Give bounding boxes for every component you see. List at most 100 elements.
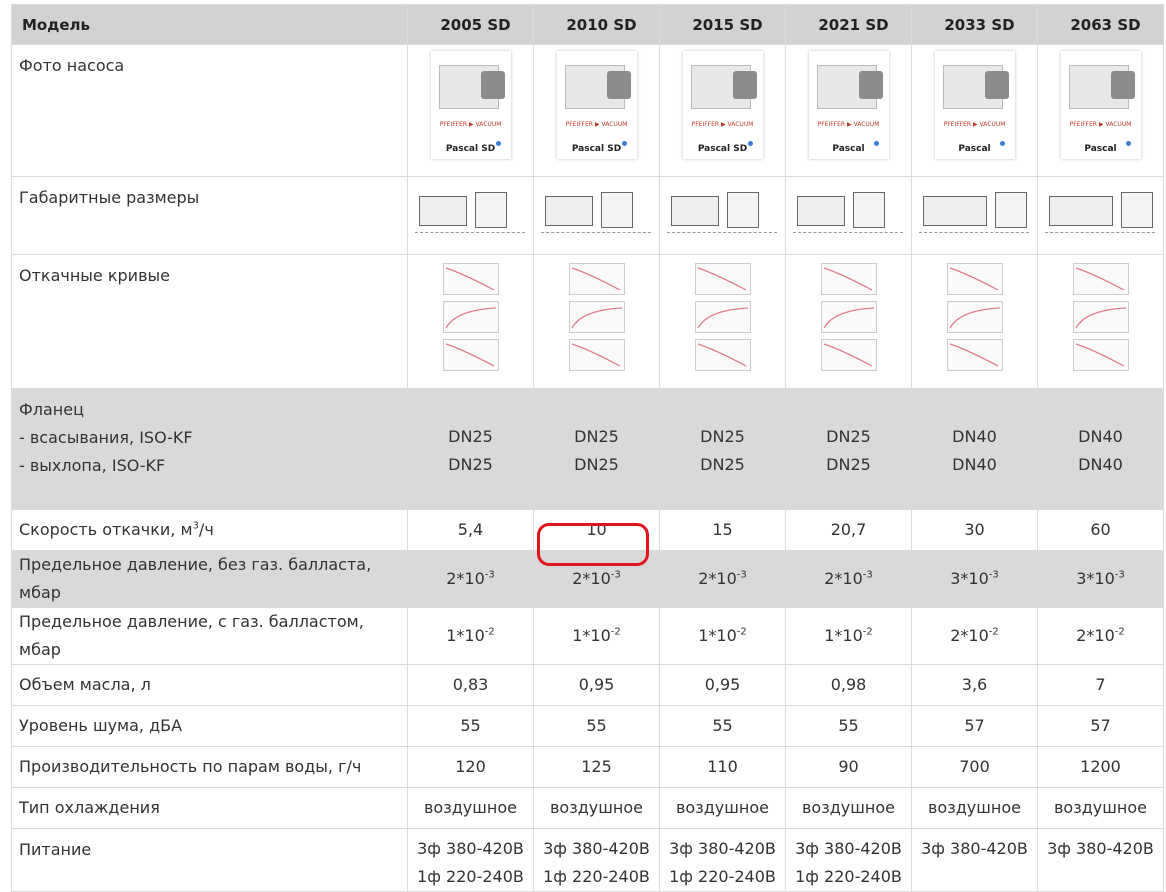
dimension-drawing[interactable] (785, 176, 912, 255)
dimension-drawing[interactable] (911, 176, 1038, 255)
pumping-curve-thumb[interactable] (659, 254, 786, 389)
pressure-mantissa: 1*10 (698, 626, 737, 645)
flange-inlet: DN40 (952, 427, 997, 446)
row-curves: Откачные кривые (11, 254, 1164, 389)
curve-panel (1072, 263, 1129, 295)
curve-line (444, 307, 496, 329)
dimension-drawing[interactable] (1037, 176, 1164, 255)
brand-logo: PFEIFFER ▶ VACUUM (439, 121, 502, 128)
flange-inlet: DN40 (1078, 427, 1123, 446)
power-3ph: 3ф 380-420В (921, 839, 1028, 858)
flange-outlet: DN25 (700, 455, 745, 474)
curve-panel (820, 339, 877, 371)
oil-value: 0,95 (659, 664, 786, 706)
pumping-curve-thumb[interactable] (911, 254, 1038, 389)
cooling-value: воздушное (659, 787, 786, 829)
flange-title: Фланец (19, 400, 84, 419)
speed-label-tail: /ч (198, 520, 214, 539)
curve-line (1074, 307, 1126, 329)
curve-panel (946, 301, 1003, 333)
pressure-mantissa: 1*10 (446, 626, 485, 645)
pump-photo[interactable]: PFEIFFER ▶ VACUUM Pascal (808, 51, 889, 159)
dimension-drawing[interactable] (407, 176, 534, 255)
pressure-mantissa: 2*10 (950, 626, 989, 645)
curve-panel (694, 263, 751, 295)
pumping-curve-thumb[interactable] (1037, 254, 1164, 389)
water-value: 120 (407, 746, 534, 788)
pressure-exponent: -2 (862, 626, 873, 638)
pressure-exponent: -3 (484, 569, 495, 581)
row-label: Фото насоса (11, 44, 408, 177)
pressure-exponent: -2 (484, 626, 495, 638)
oil-value: 0,98 (785, 664, 912, 706)
power-cell: 3ф 380-420В (1037, 828, 1164, 892)
pumping-curve-thumb[interactable] (407, 254, 534, 389)
pressure-exponent: -2 (610, 626, 621, 638)
header-model: Модель (11, 4, 408, 45)
pump-photo-cell[interactable]: PFEIFFER ▶ VACUUM Pascal (1037, 44, 1164, 177)
pump-photo[interactable]: PFEIFFER ▶ VACUUM Pascal (1060, 51, 1141, 159)
speed-value: 20,7 (785, 509, 912, 551)
brand-logo: PFEIFFER ▶ VACUUM (1069, 121, 1132, 128)
pressure-mantissa: 2*10 (824, 569, 863, 588)
pump-photo-cell[interactable]: PFEIFFER ▶ VACUUM Pascal SD (407, 44, 534, 177)
speed-value: 60 (1037, 509, 1164, 551)
row-speed: Скорость откачки, м3/ч 5,4 10 15 20,7 30… (11, 509, 1164, 551)
curve-panel (568, 339, 625, 371)
speed-label: Скорость откачки, м (19, 520, 193, 539)
row-label: Предельное давление, с газ. балластом, м… (11, 607, 408, 665)
pump-photo-cell[interactable]: PFEIFFER ▶ VACUUM Pascal (785, 44, 912, 177)
header-row: Модель 2005 SD 2010 SD 2015 SD 2021 SD 2… (11, 4, 1164, 45)
pump-photo[interactable]: PFEIFFER ▶ VACUUM Pascal SD (682, 51, 763, 159)
pressure-mantissa: 1*10 (572, 626, 611, 645)
curve-line (571, 343, 620, 367)
curve-line (1075, 267, 1124, 291)
noise-value: 55 (407, 705, 534, 747)
curve-graph (568, 263, 625, 373)
noise-value: 57 (911, 705, 1038, 747)
pump-photo-cell[interactable]: PFEIFFER ▶ VACUUM Pascal SD (659, 44, 786, 177)
oil-value: 7 (1037, 664, 1164, 706)
pressure-mantissa: 3*10 (950, 569, 989, 588)
flange-inlet: DN25 (700, 427, 745, 446)
row-label: Предельное давление, без газ. балласта, … (11, 550, 408, 608)
row-power: Питание 3ф 380-420В 1ф 220-240В 3ф 380-42… (11, 828, 1164, 892)
pressure-mantissa: 2*10 (446, 569, 485, 588)
noise-value: 57 (1037, 705, 1164, 747)
pump-photo[interactable]: PFEIFFER ▶ VACUUM Pascal SD (556, 51, 637, 159)
pressure-exponent: -3 (736, 569, 747, 581)
curve-line (1075, 343, 1124, 367)
pressure-exponent: -2 (1114, 626, 1125, 638)
pump-photo[interactable]: PFEIFFER ▶ VACUUM Pascal SD (430, 51, 511, 159)
photo-caption: Pascal (1084, 144, 1117, 154)
row-label: Объем масла, л (11, 664, 408, 706)
header-model-name: 2005 SD (407, 4, 534, 45)
power-3ph: 3ф 380-420В (543, 839, 650, 858)
flange-inlet: DN25 (448, 427, 493, 446)
pump-photo-cell[interactable]: PFEIFFER ▶ VACUUM Pascal (911, 44, 1038, 177)
pump-photo[interactable]: PFEIFFER ▶ VACUUM Pascal (934, 51, 1015, 159)
curve-line (696, 307, 748, 329)
row-noise: Уровень шума, дБА 55 55 55 55 57 57 (11, 705, 1164, 747)
pressure-value: 3*10-3 (911, 550, 1038, 608)
pump-photo-cell[interactable]: PFEIFFER ▶ VACUUM Pascal SD (533, 44, 660, 177)
power-cell: 3ф 380-420В 1ф 220-240В (407, 828, 534, 892)
pumping-curve-thumb[interactable] (785, 254, 912, 389)
row-label: Уровень шума, дБА (11, 705, 408, 747)
curve-line (948, 307, 1000, 329)
pumping-curve-thumb[interactable] (533, 254, 660, 389)
power-cell: 3ф 380-420В 1ф 220-240В (659, 828, 786, 892)
curve-graph (946, 263, 1003, 373)
curve-panel (694, 339, 751, 371)
dimension-drawing[interactable] (533, 176, 660, 255)
pressure-exponent: -2 (736, 626, 747, 638)
dimension-drawing[interactable] (659, 176, 786, 255)
photo-caption: Pascal SD (571, 144, 622, 154)
power-cell: 3ф 380-420В 1ф 220-240В (785, 828, 912, 892)
pressure-value: 1*10-2 (407, 607, 534, 665)
curve-graph (1072, 263, 1129, 373)
curve-line (571, 267, 620, 291)
flange-outlet: DN40 (1078, 455, 1123, 474)
pressure-mantissa: 2*10 (572, 569, 611, 588)
flange-cell: DN25 DN25 (533, 388, 660, 510)
